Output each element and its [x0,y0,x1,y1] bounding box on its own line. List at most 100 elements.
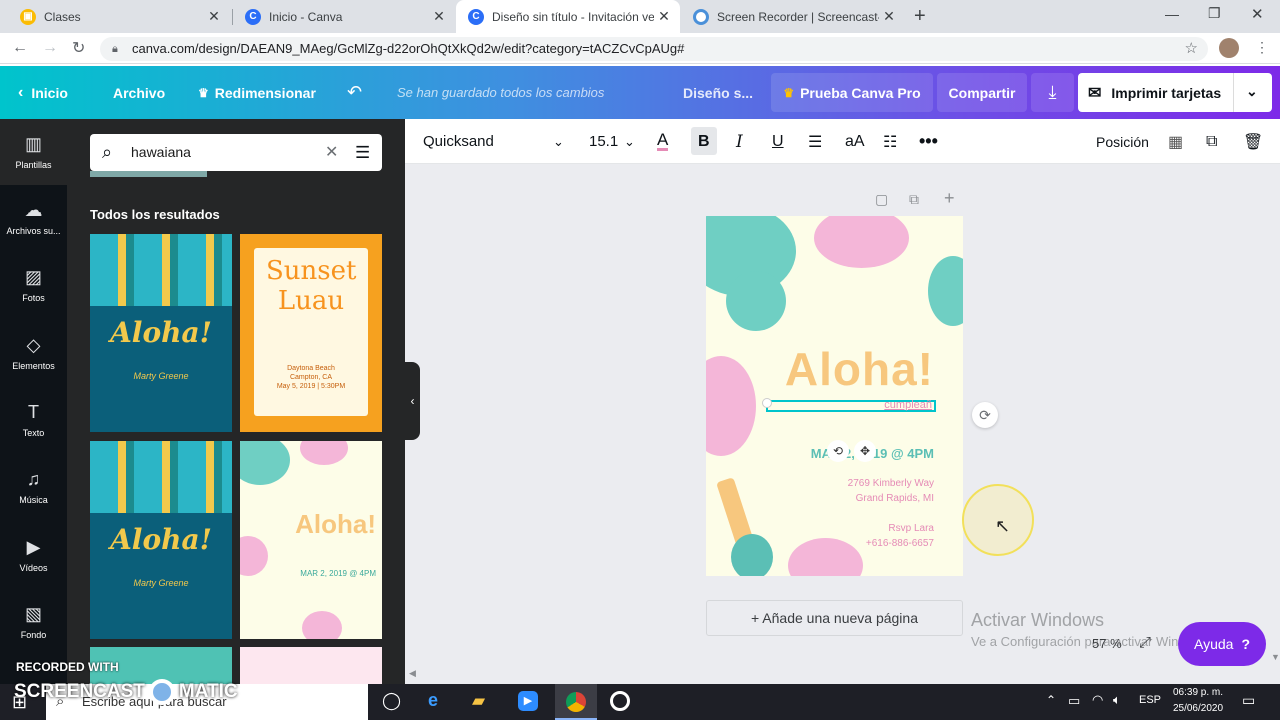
close-tab-icon[interactable]: ✕ [204,8,224,25]
letter-case-icon[interactable]: aA [845,119,865,164]
notifications-icon[interactable]: ▭ [1242,692,1255,709]
close-tab-icon[interactable]: ✕ [429,8,449,25]
text-color-icon[interactable]: A [657,119,669,164]
screencast-logo-icon [148,679,175,705]
left-rail: ▥ Plantillas ☁ Archivos su... ▨ Fotos ◇ Elem… [0,119,67,684]
tab-screen-recorder[interactable]: Screen Recorder | Screencast-O- ✕ [681,0,905,33]
fullscreen-icon[interactable]: ⤢ [1139,634,1151,651]
rotate-handle-icon[interactable]: ⟲ [827,440,849,462]
bookmark-star-icon[interactable]: ☆ [1185,37,1198,61]
rail-item-photos[interactable]: ▨ Fotos [0,252,67,318]
print-cards-button[interactable]: ✉ Imprimir tarjetas ⌄ [1078,73,1272,112]
filter-icon[interactable]: ☰ [355,134,370,171]
list-icon[interactable]: ☷ [883,119,897,164]
background-icon: ▧ [24,604,42,624]
tab-diseno-sin-titulo[interactable]: C Diseño sin título - Invitación vert ✕ [456,0,680,33]
rail-item-uploads[interactable]: ☁ Archivos su... [0,185,67,251]
maximize-button[interactable]: ❐ [1208,5,1221,22]
minimize-button[interactable]: — [1165,6,1179,22]
comment-icon[interactable]: ⟳ [972,402,998,428]
rail-item-music[interactable]: ♫ Música [0,454,67,520]
more-options-icon[interactable]: ••• [919,119,938,164]
share-button[interactable]: Compartir [937,73,1027,112]
rail-item-elements[interactable]: ◇ Elementos [0,320,67,386]
template-thumbnail[interactable]: Aloha! Marty Greene [90,234,232,432]
help-button[interactable]: Ayuda ? [1178,622,1266,666]
address-line-1[interactable]: 2769 Kimberly Way [706,478,934,489]
chrome-menu-icon[interactable]: ⋮ [1255,39,1269,56]
file-menu-button[interactable]: Archivo [113,66,165,119]
zoom-level[interactable]: 57 % [1092,636,1122,651]
chevron-down-icon: ⌄ [624,133,635,149]
italic-icon[interactable]: I [736,119,743,164]
close-window-button[interactable]: ✕ [1251,5,1264,23]
wifi-icon[interactable]: ◠ [1092,692,1103,708]
cortana-icon[interactable]: ◯ [382,691,401,711]
template-search-input[interactable]: ⌕ hawaiana ✕ ☰ [90,134,382,171]
rail-item-text[interactable]: T Texto [0,387,67,453]
back-icon[interactable]: ← [12,39,28,57]
language-indicator[interactable]: ESP [1139,694,1161,706]
forward-icon[interactable]: → [42,39,58,57]
download-icon[interactable]: ⤓ [1031,73,1074,112]
clear-search-icon[interactable]: ✕ [325,134,338,171]
page-notes-icon[interactable]: ▢ [875,191,888,208]
transparency-icon[interactable]: ▦ [1168,119,1183,164]
font-size-select[interactable]: 15.1 ⌄ [589,119,637,164]
scroll-down-arrow[interactable]: ▼ [1271,652,1280,662]
add-page-button[interactable]: + Añade una nueva página [706,600,963,636]
template-thumbnail[interactable]: Sunset Luau Daytona Beach Campton, CA Ma… [240,234,382,432]
resize-handle[interactable] [762,398,772,408]
url-field[interactable]: 🔒︎ canva.com/design/DAEAN9_MAeg/GcMlZg-d… [100,37,1208,61]
page-duplicate-icon[interactable]: ⧉ [909,191,919,208]
template-thumbnail[interactable]: Aloha! Marty Greene [90,441,232,639]
design-title-text[interactable]: Aloha! [706,342,934,396]
new-tab-button[interactable]: + [914,5,926,28]
tab-clases[interactable]: ▣ Clases ✕ [8,0,230,33]
zoom-app-icon[interactable]: ▶ [518,691,538,711]
collapse-panel-handle[interactable]: ‹ [405,362,420,440]
move-handle-icon[interactable]: ✥ [854,440,876,462]
clock-time[interactable]: 06:39 p. m. [1166,687,1230,698]
font-family-select[interactable]: Quicksand ⌄ [423,119,565,164]
design-page[interactable]: Aloha! cumpleañ MAR 2, 2019 @ 4PM ⟲ ✥ 27… [706,216,963,576]
screencast-taskbar-icon[interactable] [610,691,630,711]
tray-chevron-icon[interactable]: ⌃ [1046,693,1056,707]
reload-icon[interactable]: ↻ [72,38,85,58]
home-button[interactable]: ‹ Inicio [18,66,68,119]
selected-text-box[interactable]: cumpleañ [762,398,936,412]
volume-icon[interactable]: 🔈︎ [1113,692,1121,708]
resize-button[interactable]: ♛ Redimensionar [198,66,316,119]
undo-icon[interactable]: ↶ [347,66,362,119]
align-icon[interactable]: ☰ [808,119,822,164]
tab-inicio-canva[interactable]: C Inicio - Canva ✕ [233,0,455,33]
rsvp-text[interactable]: Rsvp Lara [706,523,934,534]
template-thumbnail[interactable] [240,647,382,684]
profile-avatar[interactable] [1219,38,1239,58]
chrome-taskbar-button[interactable] [555,684,597,720]
close-tab-icon[interactable]: ✕ [879,8,899,25]
chevron-down-icon[interactable]: ⌄ [1246,83,1258,100]
rail-item-background[interactable]: ▧ Fondo [0,589,67,655]
template-thumbnail[interactable]: Aloha! MAR 2, 2019 @ 4PM [240,441,382,639]
hibiscus-flower [814,216,909,268]
scroll-left-arrow[interactable]: ◀ [409,668,416,679]
address-line-2[interactable]: Grand Rapids, MI [706,493,934,504]
position-button[interactable]: Posición [1096,119,1149,164]
design-title[interactable]: Diseño s... [683,66,753,119]
event-date-text[interactable]: MAR 2, 2019 @ 4PM [706,446,934,461]
file-explorer-icon[interactable]: ▰ [472,691,485,711]
edge-icon[interactable]: e [428,690,438,711]
duplicate-icon[interactable]: ⧉ [1206,119,1217,164]
rail-item-videos[interactable]: ▶ Vídeos [0,522,67,588]
clock-date[interactable]: 25/06/2020 [1166,703,1230,714]
close-tab-icon[interactable]: ✕ [654,8,674,25]
bold-icon[interactable]: B [698,119,710,164]
add-page-icon[interactable]: + [944,188,955,209]
tiki-pattern [90,441,232,513]
phone-text[interactable]: +616-886-6657 [706,538,934,549]
rail-item-templates[interactable]: ▥ Plantillas [0,119,67,185]
underline-icon[interactable]: U [772,119,784,164]
trash-icon[interactable]: 🗑︎ [1243,119,1263,164]
try-pro-button[interactable]: ♛ Prueba Canva Pro [771,73,933,112]
